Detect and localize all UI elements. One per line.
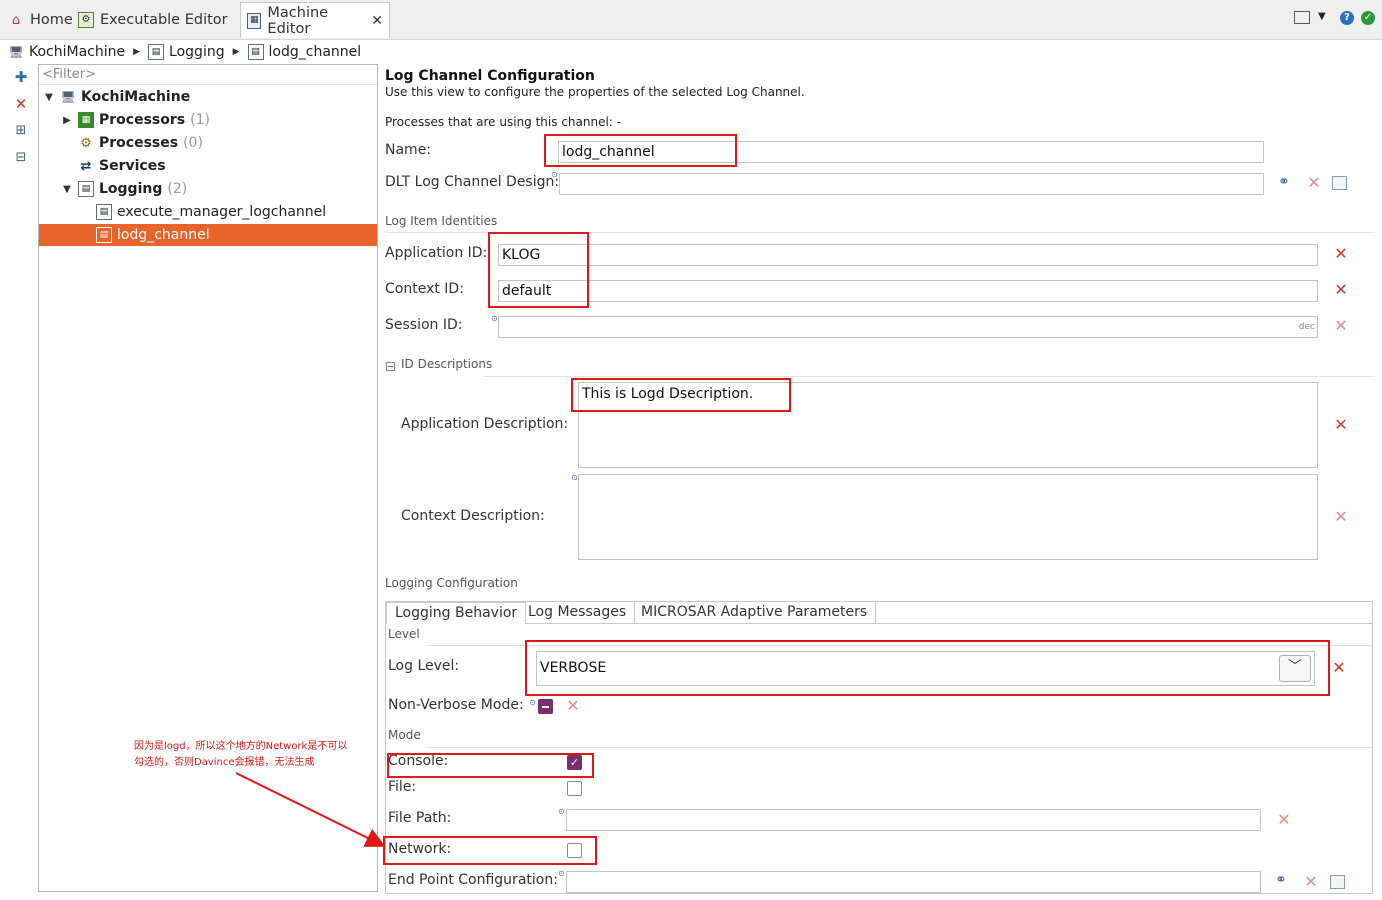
annotation-arrow	[235, 772, 386, 847]
